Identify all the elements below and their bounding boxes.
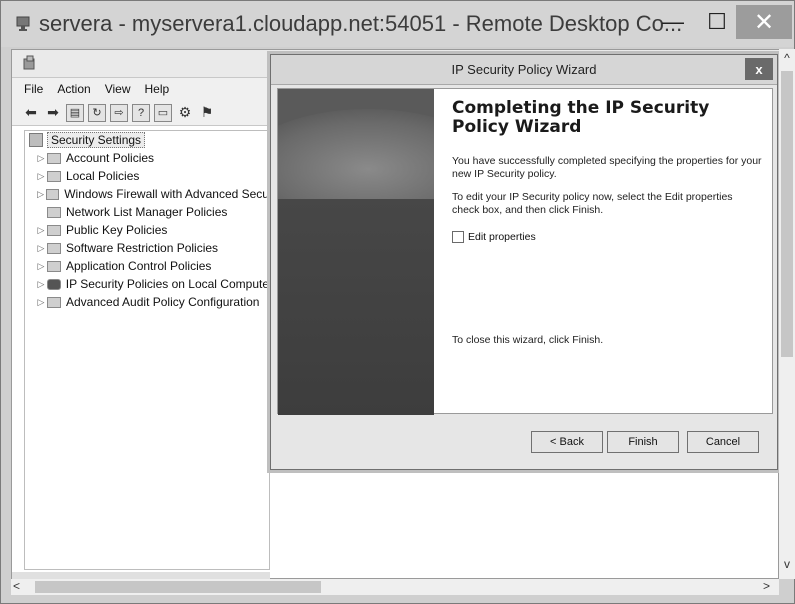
vertical-scrollbar[interactable]: ^ v	[779, 49, 795, 579]
rdp-window-title: servera - myservera1.cloudapp.net:54051 …	[39, 11, 683, 36]
back-arrow-icon[interactable]: ⬅	[22, 104, 40, 122]
wizard-body: Completing the IP Security Policy Wizard…	[277, 88, 773, 415]
maximize-button[interactable]: ☐	[695, 7, 739, 37]
banner-band	[278, 199, 434, 415]
tree-item[interactable]: ▷ Application Control Policies	[25, 257, 269, 275]
tree-item[interactable]: ▷ IP Security Policies on Local Compute	[25, 275, 269, 293]
back-button[interactable]: < Back	[531, 431, 603, 453]
folder-icon	[47, 206, 61, 218]
wizard-closing-text: To close this wizard, click Finish.	[452, 334, 604, 346]
minimize-button[interactable]: —	[651, 7, 695, 37]
tree-item-label: Network List Manager Policies	[66, 205, 228, 219]
horizontal-scrollbar[interactable]: < >	[11, 579, 779, 595]
tree-item-label: Windows Firewall with Advanced Secu	[64, 187, 269, 201]
menu-bar: File Action View Help	[12, 78, 270, 100]
folder-icon	[47, 296, 61, 308]
export-icon[interactable]: ⇨	[110, 103, 128, 122]
folder-icon	[47, 242, 61, 254]
cancel-button[interactable]: Cancel	[687, 431, 759, 453]
vertical-scroll-thumb[interactable]	[781, 71, 793, 357]
scroll-down-icon[interactable]: v	[779, 557, 795, 573]
forward-arrow-icon[interactable]: ➡	[44, 104, 62, 122]
tree-item-label: Advanced Audit Policy Configuration	[66, 295, 260, 309]
menu-help[interactable]: Help	[145, 82, 170, 96]
menu-file[interactable]: File	[24, 82, 43, 96]
toolbar: ⬅ ➡ ▤ ↻ ⇨ ? ▭ ⚙ ⚑	[12, 100, 270, 126]
ip-security-policy-wizard: IP Security Policy Wizard x Completing t…	[270, 54, 778, 470]
wizard-footer: < Back Finish Cancel	[277, 417, 773, 465]
finish-button[interactable]: Finish	[607, 431, 679, 453]
menu-action[interactable]: Action	[57, 82, 90, 96]
rdp-title-bar[interactable]: servera - myservera1.cloudapp.net:54051 …	[1, 1, 794, 47]
assign-icon[interactable]: ⚑	[198, 104, 216, 122]
scroll-up-icon[interactable]: ^	[779, 51, 795, 67]
tree-item-label: Application Control Policies	[66, 259, 212, 273]
folder-icon	[46, 188, 60, 200]
wizard-title-bar[interactable]: IP Security Policy Wizard x	[271, 55, 777, 85]
show-hide-tree-icon[interactable]: ▤	[66, 103, 84, 122]
console-tree: Security Settings ▷ Account Policies ▷ L…	[24, 130, 270, 570]
wizard-side-banner	[278, 89, 434, 415]
wizard-close-button[interactable]: x	[745, 58, 773, 80]
tree-item-label: Software Restriction Policies	[66, 241, 219, 255]
expand-arrow-icon[interactable]: ▷	[35, 279, 47, 290]
tree-item[interactable]: ▷ Software Restriction Policies	[25, 239, 269, 257]
tree-item-label: Local Policies	[66, 169, 140, 183]
expand-arrow-icon[interactable]: ▷	[35, 189, 46, 200]
scroll-right-icon[interactable]: >	[763, 579, 770, 593]
wizard-paragraph-success: You have successfully completed specifyi…	[452, 155, 762, 180]
menu-view[interactable]: View	[105, 82, 131, 96]
ip-security-icon	[46, 278, 61, 290]
tree-item[interactable]: ▷ Advanced Audit Policy Configuration	[25, 293, 269, 311]
tree-item[interactable]: ▷ Windows Firewall with Advanced Secu	[25, 185, 269, 203]
expand-arrow-icon[interactable]: ▷	[35, 297, 47, 308]
edit-properties-label[interactable]: Edit properties	[468, 231, 536, 243]
close-button[interactable]: ✕	[736, 5, 792, 39]
wizard-content: Completing the IP Security Policy Wizard…	[452, 99, 762, 243]
security-settings-icon	[29, 133, 43, 147]
properties-icon[interactable]: ▭	[154, 103, 172, 122]
tree-item-label: Account Policies	[66, 151, 155, 165]
tree-item[interactable]: ▷ Account Policies	[25, 149, 269, 167]
wizard-paragraph-edit: To edit your IP Security policy now, sel…	[452, 191, 733, 216]
policy-folder-icon	[47, 170, 61, 182]
horizontal-scroll-thumb[interactable]	[35, 581, 321, 593]
remote-desktop-icon	[16, 16, 30, 31]
expand-arrow-icon[interactable]: ▷	[35, 243, 47, 254]
tree-item[interactable]: ▷ Local Policies	[25, 167, 269, 185]
remote-session-area: File Action View Help ⬅ ➡ ▤ ↻ ⇨ ? ▭ ⚙ ⚑ …	[11, 49, 780, 580]
help-icon[interactable]: ?	[132, 103, 150, 122]
edit-properties-row[interactable]: Edit properties	[452, 231, 762, 243]
expand-arrow-icon[interactable]: ▷	[35, 153, 47, 164]
tree-item-label: IP Security Policies on Local Compute	[65, 277, 269, 291]
remote-desktop-window: servera - myservera1.cloudapp.net:54051 …	[0, 0, 795, 604]
folder-icon	[47, 224, 61, 236]
wizard-title: IP Security Policy Wizard	[451, 62, 597, 77]
expand-arrow-icon[interactable]: ▷	[35, 225, 47, 236]
manage-filters-icon[interactable]: ⚙	[176, 104, 194, 122]
tree-root[interactable]: Security Settings	[25, 131, 269, 149]
expand-arrow-icon[interactable]: ▷	[35, 171, 47, 182]
security-settings-icon	[23, 55, 35, 70]
scroll-left-icon[interactable]: <	[13, 579, 20, 593]
tree-item-label: Public Key Policies	[66, 223, 168, 237]
refresh-icon[interactable]: ↻	[88, 103, 106, 122]
expand-arrow-icon[interactable]: ▷	[35, 261, 47, 272]
tree-item[interactable]: Network List Manager Policies	[25, 203, 269, 221]
edit-properties-checkbox[interactable]	[452, 231, 464, 243]
policy-folder-icon	[47, 152, 61, 164]
folder-icon	[47, 260, 61, 272]
tree-item[interactable]: ▷ Public Key Policies	[25, 221, 269, 239]
tree-root-label: Security Settings	[47, 132, 146, 148]
wizard-heading: Completing the IP Security Policy Wizard	[452, 98, 710, 137]
